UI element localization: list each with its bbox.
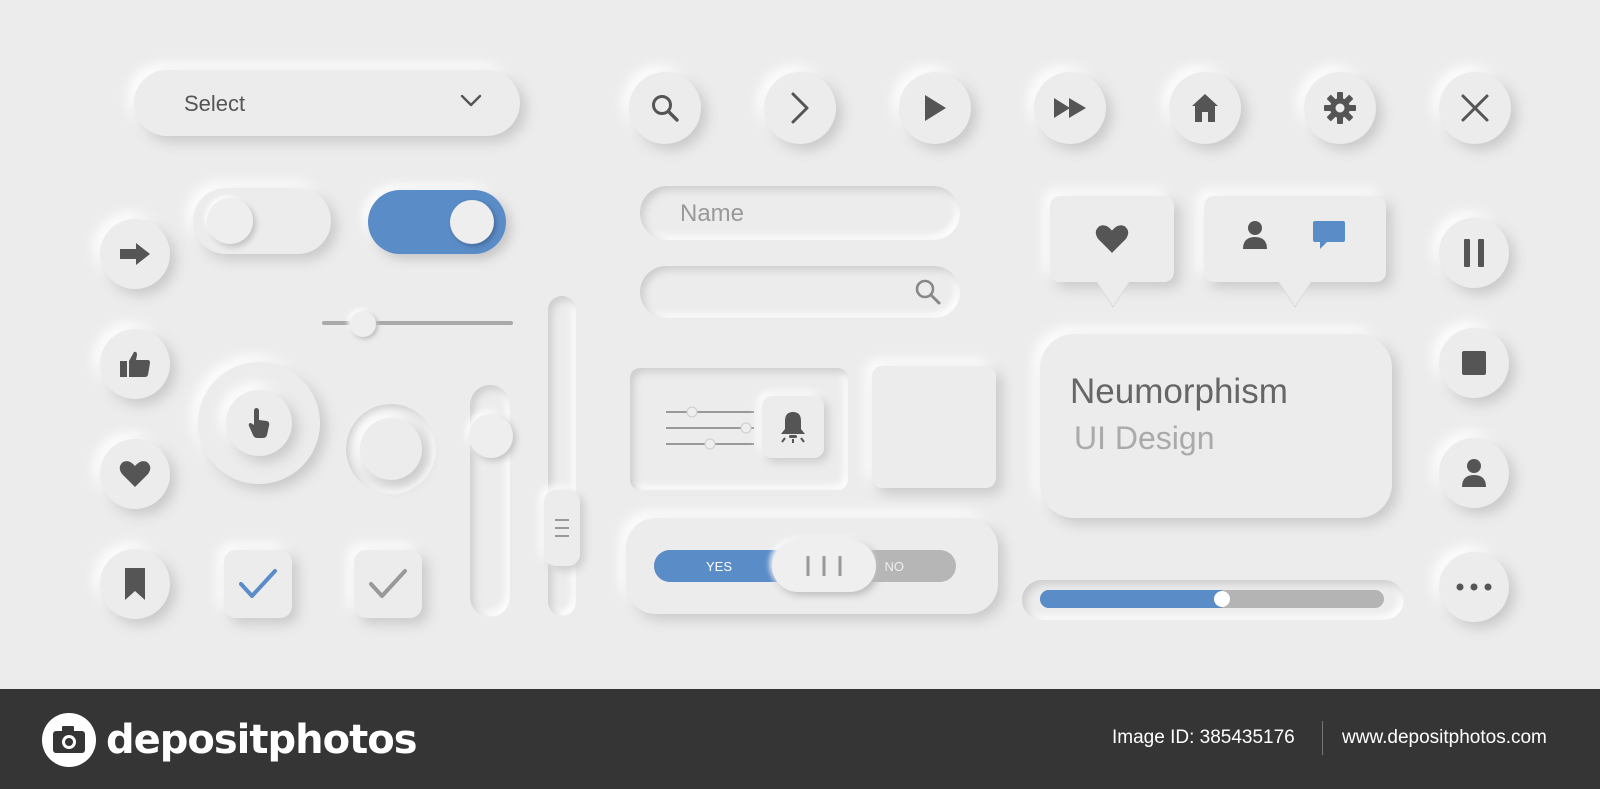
name-input[interactable]: Name — [640, 186, 960, 240]
toggle-knob — [450, 200, 494, 244]
search-input[interactable] — [640, 266, 960, 318]
settings-button[interactable] — [1304, 72, 1376, 144]
profile-message-bubble[interactable] — [1204, 196, 1386, 282]
select-label: Select — [184, 91, 246, 116]
grip-lines-icon — [802, 554, 846, 578]
pointer-hand-icon — [247, 408, 271, 438]
progress-fill — [1040, 590, 1223, 608]
stop-button[interactable] — [1439, 328, 1509, 398]
thumbs-up-icon — [119, 350, 151, 378]
toggle-on[interactable] — [368, 190, 506, 254]
empty-card — [872, 366, 996, 488]
chevron-down-icon — [460, 94, 482, 108]
vertical-slider-handle[interactable] — [469, 414, 513, 458]
home-button[interactable] — [1169, 72, 1241, 144]
bookmark-icon — [124, 567, 146, 601]
search-icon — [650, 93, 680, 123]
fast-forward-button[interactable] — [1034, 72, 1106, 144]
checkbox-gray[interactable] — [354, 550, 422, 618]
chat-icon — [1312, 220, 1346, 250]
no-label: NO — [884, 559, 905, 574]
ring-control-inner — [360, 418, 422, 480]
watermark-banner: depositphotos Image ID: 385435176 www.de… — [0, 689, 1600, 789]
home-icon — [1191, 93, 1219, 123]
mini-sliders[interactable] — [664, 404, 764, 454]
image-id: Image ID: 385435176 — [1112, 727, 1295, 748]
arrow-right-icon — [119, 242, 151, 266]
name-placeholder: Name — [680, 200, 745, 227]
more-icon — [1456, 583, 1492, 591]
next-button[interactable] — [764, 72, 836, 144]
heart-icon — [119, 460, 151, 488]
user-icon — [1242, 220, 1268, 250]
user-icon — [1461, 458, 1487, 488]
brand-logo: depositphotos — [40, 711, 418, 769]
gear-icon — [1323, 91, 1357, 125]
like-bubble[interactable] — [1050, 196, 1174, 282]
profile-button[interactable] — [1439, 438, 1509, 508]
bubble-tail — [1278, 281, 1312, 309]
site-url[interactable]: www.depositphotos.com — [1342, 727, 1547, 749]
horizontal-slider-handle[interactable] — [350, 311, 376, 337]
stop-icon — [1461, 350, 1487, 376]
pause-icon — [1463, 238, 1485, 268]
play-button[interactable] — [899, 72, 971, 144]
toggle-knob — [207, 198, 253, 244]
camera-logo-icon — [40, 711, 98, 769]
select-dropdown[interactable]: Select — [134, 70, 520, 136]
toggle-off[interactable] — [193, 188, 331, 254]
play-icon — [922, 93, 948, 123]
banner-divider — [1322, 721, 1323, 755]
pause-button[interactable] — [1439, 218, 1509, 288]
bubble-tail — [1096, 281, 1130, 309]
bell-icon — [778, 410, 808, 444]
card-subtitle: UI Design — [1074, 420, 1215, 456]
title-card: Neumorphism UI Design — [1040, 334, 1392, 518]
forward-button[interactable] — [100, 219, 170, 289]
bookmark-button[interactable] — [100, 549, 170, 619]
like-button[interactable] — [100, 329, 170, 399]
chevron-right-icon — [789, 91, 811, 125]
vertical-scroll-track[interactable] — [548, 296, 576, 616]
checkmark-icon — [238, 568, 278, 600]
search-button[interactable] — [629, 72, 701, 144]
card-title: Neumorphism — [1070, 372, 1288, 411]
yes-no-switch-handle[interactable] — [772, 540, 876, 592]
favorite-button[interactable] — [100, 439, 170, 509]
checkbox-blue[interactable] — [224, 550, 292, 618]
more-button[interactable] — [1439, 552, 1509, 622]
close-icon — [1460, 93, 1490, 123]
brand-name: depositphotos — [106, 717, 418, 763]
heart-icon — [1095, 224, 1129, 254]
notification-button[interactable] — [762, 396, 824, 458]
progress-bar[interactable] — [1040, 590, 1384, 608]
vertical-scroll-handle[interactable] — [544, 490, 580, 566]
checkmark-icon — [368, 568, 408, 600]
ui-kit-canvas: Select Name YES NO Neumorphism UI Design — [0, 0, 1600, 689]
search-icon — [914, 278, 942, 306]
yes-label: YES — [706, 559, 733, 574]
dial-center[interactable] — [226, 390, 292, 456]
fast-forward-icon — [1053, 97, 1087, 119]
grip-lines-icon — [553, 514, 571, 542]
close-button[interactable] — [1439, 72, 1511, 144]
